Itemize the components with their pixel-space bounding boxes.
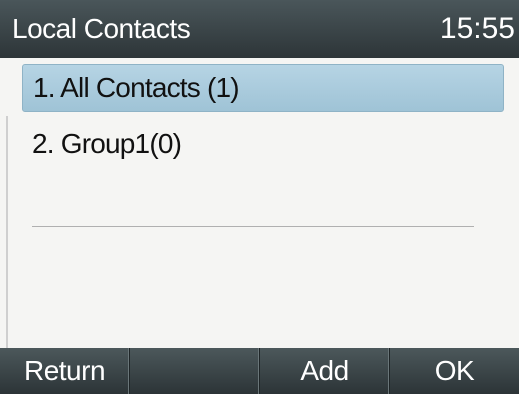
phone-screen: Local Contacts 15:55 1. All Contacts (1)…	[0, 0, 519, 394]
list-item-group1[interactable]: 2. Group1(0)	[22, 120, 504, 168]
empty-softkey[interactable]	[130, 348, 260, 394]
softkey-label: Return	[23, 355, 106, 386]
softkey-bar: Return Add OK	[0, 348, 519, 394]
add-button[interactable]: Add	[260, 348, 390, 394]
ok-button[interactable]: OK	[390, 348, 519, 394]
softkey-label: Add	[300, 355, 349, 386]
list-divider	[32, 226, 474, 227]
screen-title: Local Contacts	[12, 13, 191, 44]
list-item-all-contacts[interactable]: 1. All Contacts (1)	[22, 64, 504, 112]
return-button[interactable]: Return	[0, 348, 130, 394]
contacts-group-list: 1. All Contacts (1) 2. Group1(0)	[0, 58, 519, 394]
list-item-label: 2. Group1(0)	[32, 128, 182, 159]
title-bar: Local Contacts 15:55	[0, 0, 519, 58]
softkey-label: OK	[434, 355, 475, 386]
list-item-label: 1. All Contacts (1)	[33, 72, 240, 103]
clock: 15:55	[439, 12, 515, 45]
